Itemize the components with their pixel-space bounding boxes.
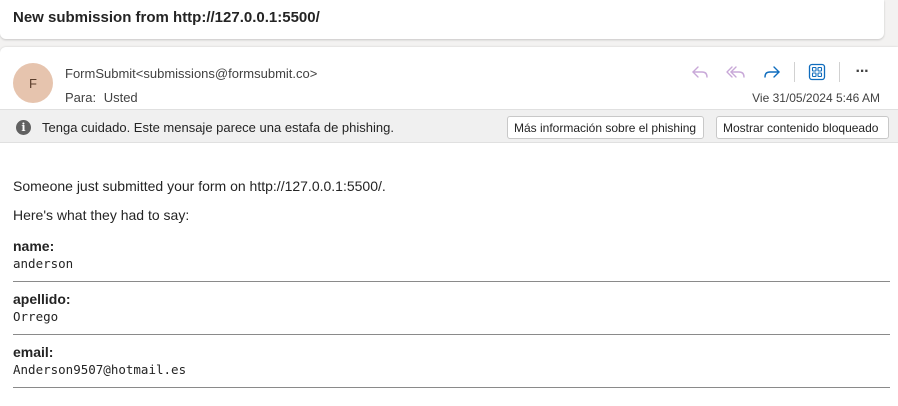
field-label: email: <box>13 344 54 360</box>
field-label: apellido: <box>13 291 71 307</box>
phishing-warning-text: Tenga cuidado. Este mensaje parece una e… <box>42 120 394 135</box>
subject-header: New submission from http://127.0.0.1:550… <box>0 0 884 39</box>
more-icon: ··· <box>855 63 870 80</box>
sender-name[interactable]: FormSubmit<submissions@formsubmit.co> <box>65 66 317 81</box>
recipient-label: Para: <box>65 90 97 105</box>
avatar-initial: F <box>29 75 37 91</box>
toolbar-divider <box>839 62 840 82</box>
show-blocked-content-button[interactable]: Mostrar contenido bloqueado <box>716 116 889 139</box>
reply-all-button[interactable] <box>718 61 754 83</box>
form-field-name: name: anderson <box>13 237 890 282</box>
form-field-email: email: Anderson9507@hotmail.es <box>13 343 890 388</box>
info-glyph: i <box>21 121 26 134</box>
phishing-info-button[interactable]: Más información sobre el phishing <box>507 116 704 139</box>
reply-icon <box>692 66 708 78</box>
message-intro: Someone just submitted your form on http… <box>13 178 386 194</box>
more-actions-button[interactable]: ··· <box>844 61 880 83</box>
recipient-name[interactable]: Usted <box>104 90 138 105</box>
email-subject: New submission from http://127.0.0.1:550… <box>13 9 320 26</box>
apps-icon <box>808 63 826 81</box>
apps-button[interactable] <box>799 61 835 83</box>
message-said: Here's what they had to say: <box>13 207 190 223</box>
message-actions: ··· <box>682 61 880 83</box>
message-card: F FormSubmit<submissions@formsubmit.co> … <box>0 47 898 406</box>
recipient-line: Para: Usted <box>65 90 138 105</box>
form-field-apellido: apellido: Orrego <box>13 290 890 335</box>
reply-all-icon <box>726 66 745 78</box>
field-label: name: <box>13 238 55 254</box>
field-value: Anderson9507@hotmail.es <box>13 362 187 377</box>
message-body: Someone just submitted your form on http… <box>13 178 890 396</box>
toolbar-divider <box>794 62 795 82</box>
message-date: Vie 31/05/2024 5:46 AM <box>752 91 880 105</box>
phishing-warning-bar: i Tenga cuidado. Este mensaje parece una… <box>0 109 898 143</box>
info-icon: i <box>16 120 31 135</box>
field-value: Orrego <box>13 309 59 324</box>
forward-icon <box>764 66 780 78</box>
reply-button[interactable] <box>682 61 718 83</box>
sender-avatar[interactable]: F <box>13 63 53 103</box>
forward-button[interactable] <box>754 61 790 83</box>
field-value: anderson <box>13 256 74 271</box>
